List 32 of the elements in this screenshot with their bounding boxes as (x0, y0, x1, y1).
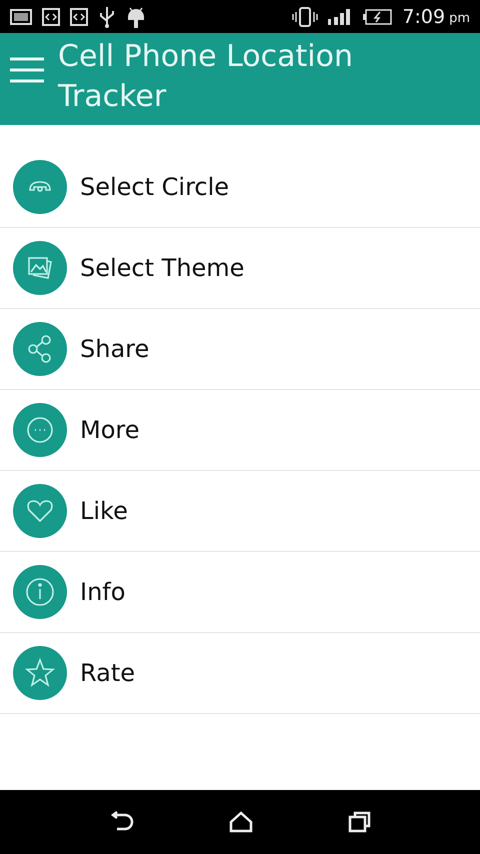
menu-item[interactable]: Select Theme (0, 228, 480, 309)
share-icon (13, 322, 67, 376)
clock-period: pm (449, 11, 470, 26)
pictures-icon (13, 241, 67, 295)
signal-icon (328, 8, 352, 24)
phone-icon (13, 160, 67, 214)
usb-icon (98, 6, 116, 28)
menu-label: More (80, 416, 140, 444)
menu-label: Rate (80, 659, 136, 687)
menu-icon[interactable] (10, 57, 44, 83)
info-icon (13, 565, 67, 619)
code-icon (42, 8, 60, 26)
menu-item[interactable]: Like (0, 471, 480, 552)
menu-item[interactable]: Rate (0, 633, 480, 714)
menu-label: Select Circle (80, 173, 230, 201)
image-icon (10, 8, 32, 24)
recents-icon[interactable] (348, 811, 372, 833)
home-icon[interactable] (228, 811, 253, 833)
menu-item[interactable]: Select Circle (0, 147, 480, 228)
more-icon (13, 403, 67, 457)
vibrate-icon (292, 6, 318, 26)
code-icon (70, 8, 88, 26)
menu-item[interactable]: More (0, 390, 480, 471)
battery-icon (362, 8, 392, 24)
menu-label: Share (80, 335, 150, 363)
app-title: Cell Phone Location Tracker (58, 38, 354, 116)
menu-item[interactable]: Share (0, 309, 480, 390)
clock-time: 7:09 (402, 6, 446, 28)
menu-label: Select Theme (80, 254, 244, 282)
menu-item[interactable]: Info (0, 552, 480, 633)
menu-label: Like (80, 497, 128, 525)
menu-label: Info (80, 578, 126, 606)
